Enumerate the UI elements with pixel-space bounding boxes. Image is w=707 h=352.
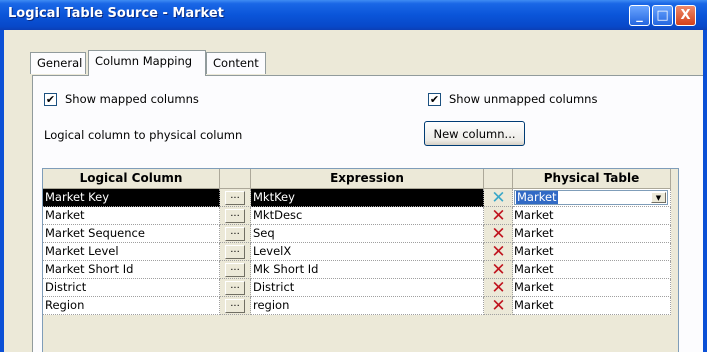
table-row[interactable]: Market... MktDesc ✕ Market	[43, 207, 671, 225]
delete-icon[interactable]: ✕	[490, 279, 507, 296]
tab-content[interactable]: Content	[206, 52, 266, 74]
minimize-icon: _	[636, 8, 643, 23]
window-title: Logical Table Source - Market	[8, 6, 224, 21]
logical-column-cell[interactable]: Region	[43, 297, 220, 315]
physical-table-cell[interactable]: Market	[513, 207, 671, 225]
logical-column-cell[interactable]: District	[43, 279, 220, 297]
mapping-description: Logical column to physical column	[44, 128, 243, 142]
expression-builder-button[interactable]: ...	[225, 299, 245, 313]
close-button[interactable]: X	[675, 5, 696, 26]
dialog-body: General Column Mapping Content ✔ Show ma…	[4, 30, 703, 352]
table-row[interactable]: Region... region ✕ Market	[43, 297, 671, 315]
table-row[interactable]: Market Sequence... Seq ✕ Market	[43, 225, 671, 243]
new-column-button[interactable]: New column...	[424, 121, 525, 146]
expression-builder-button[interactable]: ...	[225, 263, 245, 277]
title-bar[interactable]: Logical Table Source - Market _ □ X	[0, 0, 707, 30]
logical-column-cell[interactable]: Market Key	[43, 189, 220, 207]
header-delete	[484, 169, 513, 189]
builder-cell: ...	[220, 279, 251, 297]
dropdown-selected-value: Market	[516, 190, 558, 204]
builder-cell: ...	[220, 189, 251, 207]
tab-general[interactable]: General	[30, 52, 86, 74]
builder-cell: ...	[220, 297, 251, 315]
table-row[interactable]: Market Key... MktKey ✕ Market ▼	[43, 189, 671, 207]
show-unmapped-checkbox-row[interactable]: ✔ Show unmapped columns	[428, 92, 597, 106]
header-expression[interactable]: Expression	[251, 169, 484, 189]
delete-icon[interactable]: ✕	[490, 243, 507, 260]
expression-builder-button[interactable]: ...	[225, 209, 245, 223]
delete-cell: ✕	[484, 243, 513, 261]
minimize-button[interactable]: _	[629, 5, 650, 26]
show-mapped-label: Show mapped columns	[65, 92, 199, 106]
maximize-button[interactable]: □	[652, 5, 673, 26]
tab-content-label: Content	[213, 56, 259, 70]
expression-cell[interactable]: Mk Short Id	[251, 261, 484, 279]
table-row[interactable]: District... District ✕ Market	[43, 279, 671, 297]
header-physical-table[interactable]: Physical Table	[513, 169, 671, 189]
builder-cell: ...	[220, 261, 251, 279]
physical-table-cell[interactable]: Market	[513, 225, 671, 243]
delete-cell: ✕	[484, 207, 513, 225]
header-logical-column[interactable]: Logical Column	[43, 169, 220, 189]
physical-table-cell[interactable]: Market	[513, 279, 671, 297]
logical-column-cell[interactable]: Market Short Id	[43, 261, 220, 279]
column-mapping-panel: ✔ Show mapped columns ✔ Show unmapped co…	[32, 75, 703, 352]
physical-table-cell[interactable]: Market	[513, 243, 671, 261]
show-mapped-checkbox-row[interactable]: ✔ Show mapped columns	[44, 92, 199, 106]
tab-column-mapping-label: Column Mapping	[95, 54, 193, 68]
expression-builder-button[interactable]: ...	[225, 227, 245, 241]
delete-icon[interactable]: ✕	[490, 297, 507, 314]
logical-column-cell[interactable]: Market	[43, 207, 220, 225]
table-row[interactable]: Market Level... LevelX ✕ Market	[43, 243, 671, 261]
delete-cell: ✕	[484, 261, 513, 279]
physical-table-cell[interactable]: Market	[513, 297, 671, 315]
builder-cell: ...	[220, 243, 251, 261]
expression-cell[interactable]: region	[251, 297, 484, 315]
expression-cell[interactable]: District	[251, 279, 484, 297]
mapping-grid: Logical Column Expression Physical Table…	[42, 168, 679, 352]
logical-column-cell[interactable]: Market Sequence	[43, 225, 220, 243]
builder-cell: ...	[220, 207, 251, 225]
show-mapped-checkbox[interactable]: ✔	[44, 92, 57, 106]
delete-cell: ✕	[484, 279, 513, 297]
maximize-icon: □	[656, 8, 669, 23]
show-unmapped-checkbox[interactable]: ✔	[428, 92, 441, 106]
builder-cell: ...	[220, 225, 251, 243]
expression-builder-button[interactable]: ...	[225, 191, 245, 205]
expression-cell[interactable]: Seq	[251, 225, 484, 243]
expression-cell[interactable]: MktDesc	[251, 207, 484, 225]
physical-table-cell[interactable]: Market	[513, 261, 671, 279]
logical-column-cell[interactable]: Market Level	[43, 243, 220, 261]
physical-table-dropdown[interactable]: Market ▼	[514, 190, 668, 205]
grid-header: Logical Column Expression Physical Table	[43, 169, 680, 189]
show-unmapped-label: Show unmapped columns	[449, 92, 598, 106]
delete-icon[interactable]: ✕	[490, 261, 507, 278]
header-builder	[220, 169, 251, 189]
delete-icon[interactable]: ✕	[490, 207, 507, 224]
table-row[interactable]: Market Short Id... Mk Short Id ✕ Market	[43, 261, 671, 279]
delete-cell: ✕	[484, 225, 513, 243]
delete-cell: ✕	[484, 297, 513, 315]
tab-general-label: General	[37, 56, 83, 70]
expression-builder-button[interactable]: ...	[225, 281, 245, 295]
delete-icon[interactable]: ✕	[490, 189, 507, 206]
close-icon: X	[680, 8, 691, 23]
tab-column-mapping[interactable]: Column Mapping	[88, 50, 206, 76]
delete-icon[interactable]: ✕	[490, 225, 507, 242]
expression-cell[interactable]: LevelX	[251, 243, 484, 261]
expression-cell[interactable]: MktKey	[251, 189, 484, 207]
expression-builder-button[interactable]: ...	[225, 245, 245, 259]
chevron-down-icon[interactable]: ▼	[651, 192, 666, 203]
delete-cell: ✕	[484, 189, 513, 207]
physical-table-cell[interactable]: Market ▼	[513, 189, 671, 207]
dialog-window: Logical Table Source - Market _ □ X Gene…	[0, 0, 707, 352]
